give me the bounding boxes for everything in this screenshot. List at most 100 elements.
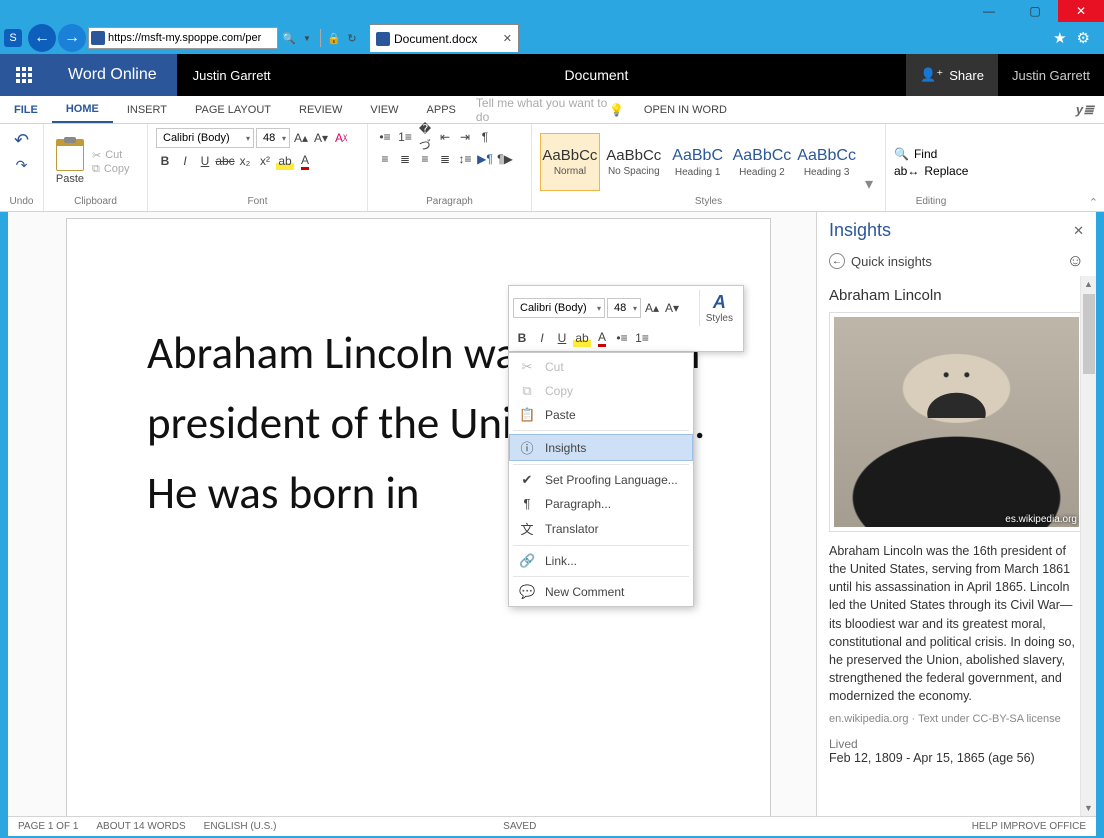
collapse-ribbon-button[interactable]: ⌃ bbox=[1089, 196, 1098, 209]
back-arrow-icon[interactable]: ← bbox=[829, 253, 845, 269]
ctx-comment[interactable]: 💬New Comment bbox=[509, 580, 693, 604]
line-spacing-button[interactable]: ↕≡ bbox=[456, 150, 474, 168]
cut-button[interactable]: ✂Cut bbox=[92, 149, 130, 162]
browser-back-button[interactable]: ← bbox=[28, 24, 56, 52]
increase-indent-button[interactable]: ⇥ bbox=[456, 128, 474, 146]
italic-button[interactable]: I bbox=[176, 152, 194, 170]
shrink-font-button[interactable]: A▾ bbox=[312, 129, 330, 147]
insights-close-button[interactable]: ✕ bbox=[1073, 223, 1084, 239]
mini-bullets-button[interactable]: •≡ bbox=[613, 329, 631, 347]
font-color-button[interactable]: A bbox=[296, 152, 314, 170]
status-page[interactable]: PAGE 1 OF 1 bbox=[18, 821, 78, 832]
window-close-button[interactable]: ✕ bbox=[1058, 0, 1104, 22]
window-maximize-button[interactable]: ▢ bbox=[1012, 0, 1058, 22]
ctx-paste[interactable]: 📋Paste bbox=[509, 403, 693, 427]
status-help-improve[interactable]: HELP IMPROVE OFFICE bbox=[972, 821, 1086, 832]
superscript-button[interactable]: x² bbox=[256, 152, 274, 170]
browser-address-bar[interactable]: https://msft-my.spoppe.com/per bbox=[88, 27, 278, 49]
numbering-button[interactable]: 1≡ bbox=[396, 128, 414, 146]
document-title[interactable]: Document bbox=[287, 67, 907, 83]
ctx-link[interactable]: 🔗Link... bbox=[509, 549, 693, 573]
subscript-button[interactable]: x₂ bbox=[236, 152, 254, 170]
highlight-button[interactable]: ab bbox=[276, 152, 294, 170]
align-left-button[interactable]: ≡ bbox=[376, 150, 394, 168]
scroll-up-icon[interactable]: ▲ bbox=[1081, 276, 1096, 292]
insights-image-card[interactable]: es.wikipedia.org bbox=[829, 312, 1084, 532]
multilevel-list-button[interactable]: �づ bbox=[416, 128, 434, 146]
strikethrough-button[interactable]: abc bbox=[216, 152, 234, 170]
find-button[interactable]: 🔍Find bbox=[894, 147, 968, 161]
header-user-right[interactable]: Justin Garrett bbox=[998, 68, 1104, 83]
grow-font-button[interactable]: A▴ bbox=[292, 129, 310, 147]
style-heading-3[interactable]: AaBbCcHeading 3 bbox=[796, 133, 857, 191]
ctx-paragraph[interactable]: ¶Paragraph... bbox=[509, 492, 693, 515]
tab-close-icon[interactable]: ✕ bbox=[503, 32, 512, 45]
mini-bold-button[interactable]: B bbox=[513, 329, 531, 347]
mini-shrink-font-button[interactable]: A▾ bbox=[663, 299, 681, 317]
style-heading-1[interactable]: AaBbCHeading 1 bbox=[668, 133, 728, 191]
ctx-insights[interactable]: ⓘInsights bbox=[509, 434, 693, 461]
text-direction-button[interactable]: ¶ bbox=[476, 128, 494, 146]
justify-button[interactable]: ≣ bbox=[436, 150, 454, 168]
copy-button[interactable]: ⧉Copy bbox=[92, 163, 130, 176]
share-button[interactable]: 👤⁺ Share bbox=[906, 54, 998, 96]
mini-styles-button[interactable]: AStyles bbox=[699, 290, 739, 326]
style-normal[interactable]: AaBbCcNormal bbox=[540, 133, 600, 191]
font-name-combo[interactable]: Calibri (Body) bbox=[156, 128, 254, 148]
style-no-spacing[interactable]: AaBbCcNo Spacing bbox=[604, 133, 664, 191]
search-icon[interactable]: 🔍 bbox=[280, 27, 298, 49]
ltr-button[interactable]: ¶▶ bbox=[496, 150, 514, 168]
underline-button[interactable]: U bbox=[196, 152, 214, 170]
scroll-thumb[interactable] bbox=[1083, 294, 1095, 374]
ctx-cut[interactable]: ✂Cut bbox=[509, 355, 693, 379]
status-language[interactable]: ENGLISH (U.S.) bbox=[204, 821, 277, 832]
mini-underline-button[interactable]: U bbox=[553, 329, 571, 347]
styles-more-button[interactable]: ▾ bbox=[861, 172, 877, 196]
status-words[interactable]: ABOUT 14 WORDS bbox=[96, 821, 185, 832]
decrease-indent-button[interactable]: ⇤ bbox=[436, 128, 454, 146]
settings-gear-icon[interactable]: ⚙ bbox=[1077, 29, 1090, 47]
refresh-icon[interactable]: ↻ bbox=[343, 27, 361, 49]
header-user-left[interactable]: Justin Garrett bbox=[177, 68, 287, 83]
ctx-translator[interactable]: 文Translator bbox=[509, 515, 693, 542]
align-center-button[interactable]: ≣ bbox=[396, 150, 414, 168]
browser-tab[interactable]: Document.docx ✕ bbox=[369, 24, 519, 52]
style-heading-2[interactable]: AaBbCcHeading 2 bbox=[732, 133, 793, 191]
dropdown-icon[interactable]: ▼ bbox=[298, 27, 316, 49]
ctx-copy[interactable]: ⧉Copy bbox=[509, 379, 693, 403]
tab-home[interactable]: HOME bbox=[52, 96, 113, 123]
tell-me-search[interactable]: Tell me what you want to do 💡 bbox=[470, 96, 630, 123]
scroll-down-icon[interactable]: ▼ bbox=[1081, 800, 1096, 816]
yammer-button[interactable]: y≣ bbox=[1066, 96, 1104, 123]
ctx-proofing[interactable]: ✔Set Proofing Language... bbox=[509, 468, 693, 492]
mini-font-name-combo[interactable]: Calibri (Body) bbox=[513, 298, 605, 318]
paste-button[interactable]: Paste bbox=[52, 130, 88, 194]
tab-page-layout[interactable]: PAGE LAYOUT bbox=[181, 96, 285, 123]
special-indent-button[interactable]: ▶¶ bbox=[476, 150, 494, 168]
mini-italic-button[interactable]: I bbox=[533, 329, 551, 347]
bold-button[interactable]: B bbox=[156, 152, 174, 170]
browser-forward-button[interactable]: → bbox=[58, 24, 86, 52]
clear-formatting-button[interactable]: Aᵡ bbox=[332, 129, 350, 147]
bullets-button[interactable]: •≡ bbox=[376, 128, 394, 146]
undo-button[interactable]: ↶ bbox=[11, 128, 32, 153]
mini-numbering-button[interactable]: 1≡ bbox=[633, 329, 651, 347]
app-launcher-button[interactable] bbox=[0, 54, 48, 96]
window-minimize-button[interactable]: — bbox=[966, 0, 1012, 22]
align-right-button[interactable]: ≡ bbox=[416, 150, 434, 168]
mini-font-color-button[interactable]: A bbox=[593, 329, 611, 347]
insights-scrollbar[interactable]: ▲ ▼ bbox=[1080, 276, 1096, 816]
favorites-star-icon[interactable]: ★ bbox=[1053, 29, 1066, 47]
tab-insert[interactable]: INSERT bbox=[113, 96, 181, 123]
open-in-word-button[interactable]: OPEN IN WORD bbox=[630, 96, 741, 123]
replace-button[interactable]: ab↔Replace bbox=[894, 164, 968, 178]
quick-insights-breadcrumb[interactable]: ← Quick insights ☺ bbox=[817, 245, 1096, 281]
mini-grow-font-button[interactable]: A▴ bbox=[643, 299, 661, 317]
tab-file[interactable]: FILE bbox=[0, 96, 52, 123]
font-size-combo[interactable]: 48 bbox=[256, 128, 290, 148]
tab-apps[interactable]: APPS bbox=[413, 96, 470, 123]
redo-button[interactable]: ↷ bbox=[13, 155, 31, 176]
tab-view[interactable]: VIEW bbox=[356, 96, 412, 123]
mini-highlight-button[interactable]: ab bbox=[573, 329, 591, 347]
feedback-smile-icon[interactable]: ☺ bbox=[1067, 251, 1084, 271]
